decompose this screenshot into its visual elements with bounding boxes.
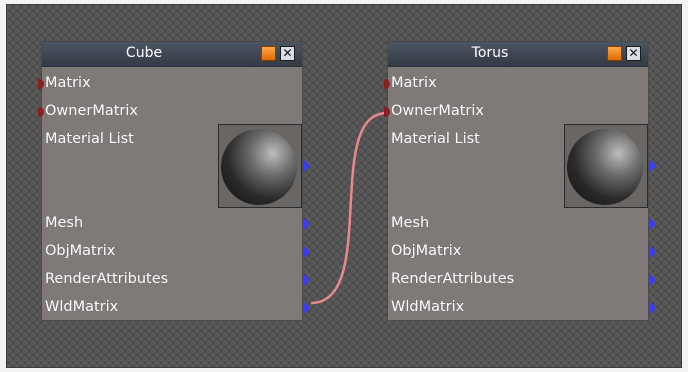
input-label-matrix: Matrix <box>45 75 91 91</box>
node-header[interactable]: Torus ✕ <box>388 42 648 67</box>
output-label-wldmatrix: WldMatrix <box>45 299 119 315</box>
output-label-objmatrix: ObjMatrix <box>391 243 462 259</box>
output-port-material[interactable] <box>649 159 656 173</box>
output-label-objmatrix: ObjMatrix <box>45 243 116 259</box>
output-port-renderattributes[interactable] <box>303 273 310 287</box>
output-port-mesh[interactable] <box>303 217 310 231</box>
output-label-mesh: Mesh <box>391 215 430 231</box>
material-preview[interactable] <box>218 124 302 208</box>
material-preview[interactable] <box>564 124 648 208</box>
material-list-label: Material List <box>45 131 134 147</box>
input-port-matrix[interactable] <box>38 79 44 89</box>
material-list-label: Material List <box>391 131 480 147</box>
node-torus[interactable]: Torus ✕ Matrix OwnerMatrix Material List… <box>384 41 656 321</box>
connection-wire[interactable] <box>310 111 388 305</box>
input-port-ownermatrix[interactable] <box>38 107 44 117</box>
output-port-objmatrix[interactable] <box>649 245 656 259</box>
sphere-material-preview-icon <box>221 129 297 205</box>
input-label-ownermatrix: OwnerMatrix <box>45 103 138 119</box>
output-port-wldmatrix[interactable] <box>303 301 310 315</box>
orange-square-icon[interactable] <box>607 46 622 61</box>
node-title: Torus <box>471 45 509 61</box>
node-header[interactable]: Cube ✕ <box>42 42 302 67</box>
orange-square-icon[interactable] <box>261 46 276 61</box>
close-x-icon[interactable]: ✕ <box>626 46 641 61</box>
close-x-icon[interactable]: ✕ <box>280 46 295 61</box>
node-title: Cube <box>125 45 163 61</box>
output-port-renderattributes[interactable] <box>649 273 656 287</box>
output-port-wldmatrix[interactable] <box>649 301 656 315</box>
output-port-objmatrix[interactable] <box>303 245 310 259</box>
node-cube[interactable]: Cube ✕ Matrix OwnerMatrix Material List … <box>38 41 310 321</box>
output-label-wldmatrix: WldMatrix <box>391 299 465 315</box>
output-label-renderattributes: RenderAttributes <box>391 271 515 287</box>
output-label-renderattributes: RenderAttributes <box>45 271 169 287</box>
output-label-mesh: Mesh <box>45 215 84 231</box>
sphere-material-preview-icon <box>567 129 643 205</box>
input-port-ownermatrix[interactable] <box>384 107 390 117</box>
output-port-material[interactable] <box>303 159 310 173</box>
node-graph-canvas[interactable]: Cube ✕ Matrix OwnerMatrix Material List … <box>6 4 682 368</box>
input-port-matrix[interactable] <box>384 79 390 89</box>
input-label-matrix: Matrix <box>391 75 437 91</box>
output-port-mesh[interactable] <box>649 217 656 231</box>
input-label-ownermatrix: OwnerMatrix <box>391 103 484 119</box>
